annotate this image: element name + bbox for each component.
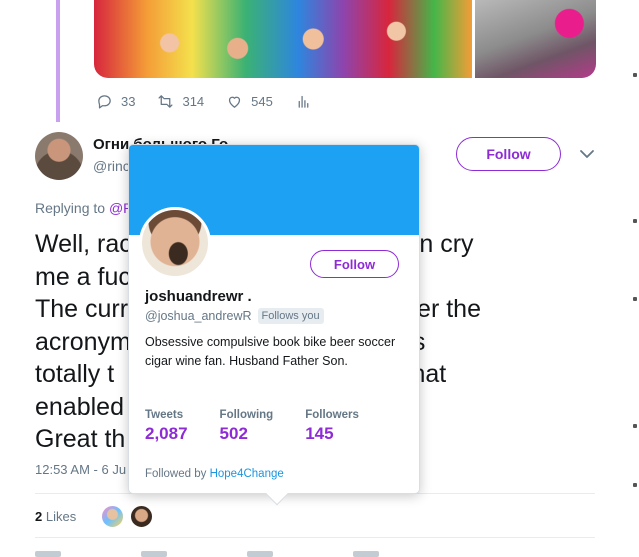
- stat-label: Followers: [305, 409, 359, 421]
- analytics-icon: [298, 95, 309, 108]
- scrollbar-mark: [633, 219, 637, 223]
- heart-icon[interactable]: [247, 551, 273, 557]
- profile-name[interactable]: joshuandrewr .: [145, 288, 252, 305]
- reply-icon: [98, 95, 111, 109]
- stat-followers[interactable]: Followers 145: [305, 409, 359, 444]
- replying-to: Replying to @P: [35, 200, 133, 216]
- media-photo-costume[interactable]: [475, 0, 596, 78]
- author-handle[interactable]: @rinc: [93, 158, 130, 174]
- stat-value: 145: [305, 424, 334, 443]
- liker-avatar[interactable]: [101, 505, 124, 528]
- likes-count: 2: [35, 509, 43, 524]
- likes-summary[interactable]: 2 Likes: [35, 509, 76, 524]
- scrollbar-mark: [633, 297, 637, 301]
- heart-icon: [229, 96, 241, 108]
- bottom-action-row: [35, 551, 595, 557]
- scrollbar-mark: [633, 483, 637, 487]
- tweet-timestamp[interactable]: 12:53 AM - 6 Ju: [35, 462, 126, 477]
- followed-by: Followed by Hope4Change: [145, 468, 284, 480]
- thread-connector-line: [56, 0, 60, 122]
- replying-prefix: Replying to: [35, 200, 106, 216]
- tweet-actions: 33 314 545: [96, 93, 342, 110]
- reply-count: 33: [121, 94, 136, 109]
- retweet-icon: [158, 95, 173, 108]
- divider: [35, 537, 595, 538]
- scrollbar-mark: [633, 73, 637, 77]
- like-action[interactable]: 545: [226, 93, 273, 110]
- hovercard-caret: [265, 482, 289, 506]
- chevron-down-icon[interactable]: [579, 148, 595, 160]
- followed-by-link[interactable]: Hope4Change: [210, 468, 284, 480]
- stat-value: 2,087: [145, 424, 188, 443]
- stat-following[interactable]: Following 502: [220, 409, 274, 444]
- author-avatar[interactable]: [35, 132, 83, 180]
- retweet-count: 314: [182, 94, 205, 109]
- followed-by-prefix: Followed by: [145, 468, 207, 480]
- retweet-icon[interactable]: [141, 551, 167, 557]
- reply-action[interactable]: 33: [96, 93, 135, 110]
- profile-stats: Tweets 2,087 Following 502 Followers 145: [145, 409, 391, 444]
- media-photo-parade[interactable]: [94, 0, 472, 78]
- scrollbar-mark: [633, 424, 637, 428]
- liker-avatar[interactable]: [130, 505, 153, 528]
- profile-handle-row: @joshua_andrewR Follows you: [145, 308, 324, 324]
- tweet-media[interactable]: [94, 0, 596, 78]
- profile-hovercard: Follow joshuandrewr . @joshua_andrewR Fo…: [128, 144, 420, 506]
- message-icon[interactable]: [353, 551, 379, 557]
- stat-label: Tweets: [145, 409, 184, 421]
- stat-label: Following: [219, 409, 274, 421]
- retweet-action[interactable]: 314: [157, 93, 204, 110]
- like-count: 545: [251, 94, 273, 109]
- profile-handle[interactable]: @joshua_andrewR: [145, 309, 252, 323]
- stat-value: 502: [219, 424, 248, 443]
- follows-you-badge: Follows you: [257, 308, 324, 324]
- follow-button[interactable]: Follow: [456, 137, 561, 171]
- profile-avatar[interactable]: [139, 207, 211, 279]
- analytics-action[interactable]: [295, 93, 320, 110]
- profile-bio: Obsessive compulsive book bike beer socc…: [145, 335, 396, 368]
- stat-tweets[interactable]: Tweets 2,087: [145, 409, 188, 444]
- hovercard-follow-button[interactable]: Follow: [310, 250, 399, 278]
- likes-label: Likes: [45, 509, 77, 524]
- reply-icon[interactable]: [35, 551, 61, 557]
